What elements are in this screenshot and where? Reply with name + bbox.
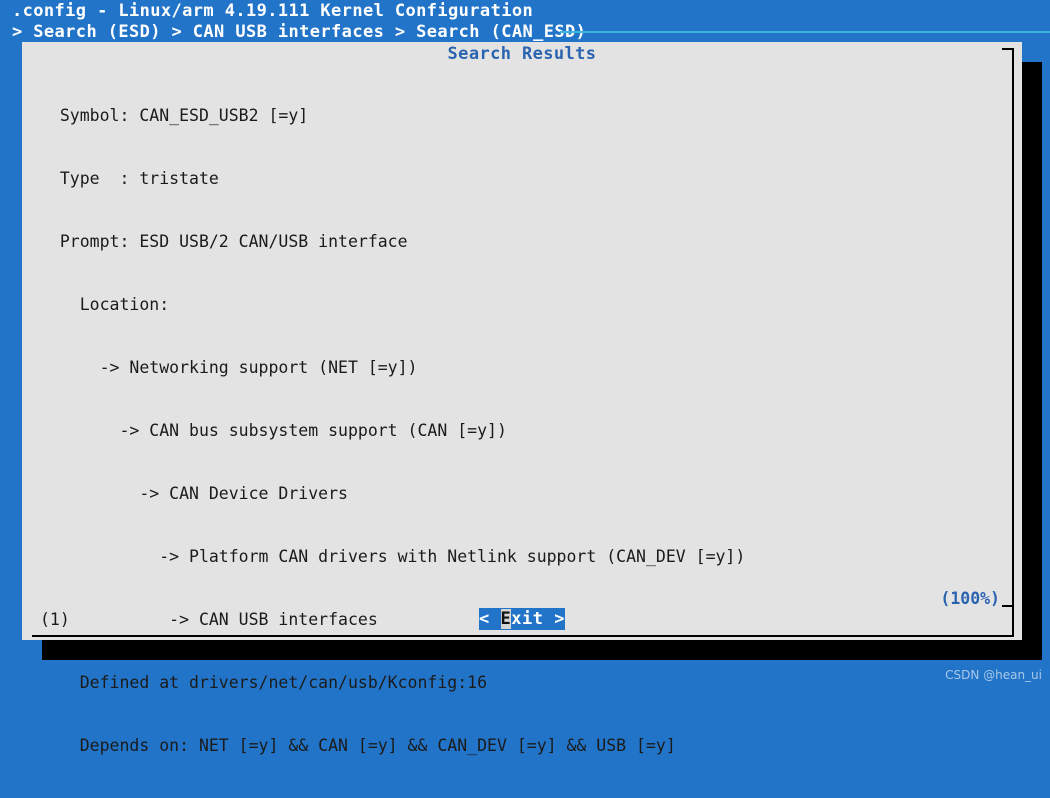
exit-button[interactable]: < Exit > — [479, 608, 565, 630]
dialog-button-row: < Exit > — [22, 608, 1022, 630]
result-line: Type : tristate — [40, 169, 219, 188]
exit-button-label-rest: xit > — [511, 609, 565, 629]
search-results-dialog: Search Results Symbol: CAN_ESD_USB2 [=y]… — [22, 42, 1022, 755]
result-line: -> Networking support (NET [=y]) — [40, 358, 418, 377]
result-line: Defined at drivers/net/can/usb/Kconfig:1… — [40, 673, 488, 692]
search-results-text: Symbol: CAN_ESD_USB2 [=y] Type : tristat… — [40, 63, 1000, 798]
watermark: CSDN @hean_ui — [945, 668, 1042, 682]
scroll-percent-indicator: (100%) — [940, 589, 1000, 608]
terminal-screen: .config - Linux/arm 4.19.111 Kernel Conf… — [0, 0, 1050, 755]
result-line: -> Platform CAN drivers with Netlink sup… — [40, 547, 746, 566]
dialog-title: Search Results — [447, 44, 597, 64]
result-line: -> CAN Device Drivers — [40, 484, 348, 503]
dialog-frame-bottom-cap — [1002, 605, 1014, 607]
result-line: Prompt: ESD USB/2 CAN/USB interface — [40, 232, 408, 251]
header-divider — [560, 31, 1050, 33]
exit-button-prefix: < — [479, 609, 501, 629]
exit-button-hotkey: E — [500, 609, 512, 629]
result-line: Depends on: NET [=y] && CAN [=y] && CAN_… — [40, 736, 676, 755]
dialog-frame-right-rule — [1012, 48, 1014, 635]
breadcrumb: > Search (ESD) > CAN USB interfaces > Se… — [12, 22, 587, 42]
result-line: -> CAN bus subsystem support (CAN [=y]) — [40, 421, 507, 440]
page-title: .config - Linux/arm 4.19.111 Kernel Conf… — [12, 1, 534, 21]
dialog-frame-top-cap — [1002, 48, 1014, 50]
result-line: Symbol: CAN_ESD_USB2 [=y] — [40, 106, 309, 125]
result-line: Location: — [40, 295, 170, 314]
menuconfig-header: .config - Linux/arm 4.19.111 Kernel Conf… — [0, 0, 1050, 42]
